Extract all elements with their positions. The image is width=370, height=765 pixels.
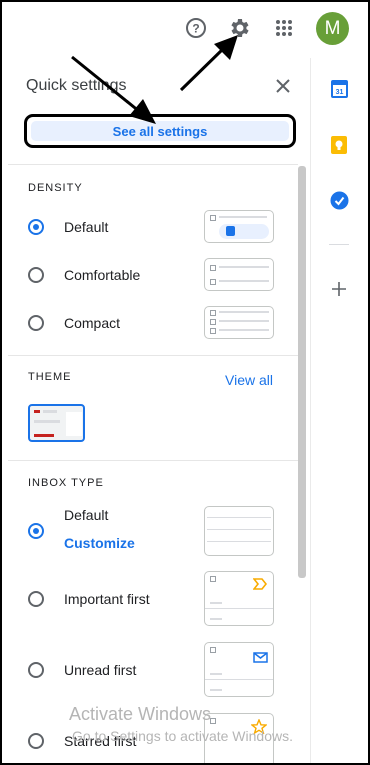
image-border [0,0,370,765]
